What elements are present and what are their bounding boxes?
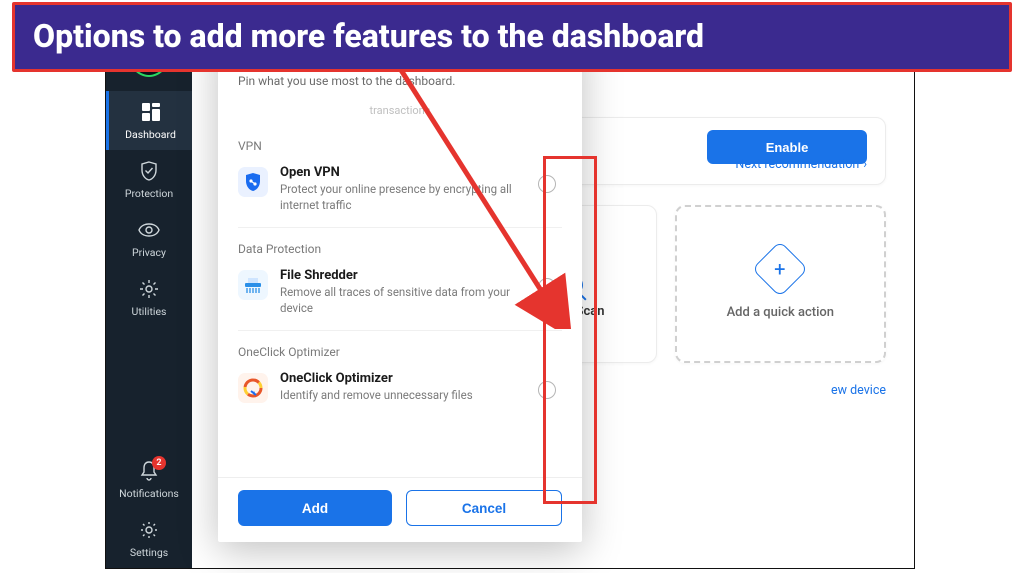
option-name: File Shredder <box>280 268 526 283</box>
sidebar-item-label: Dashboard <box>125 128 176 141</box>
sidebar-item-label: Notifications <box>119 487 179 500</box>
sidebar-item-label: Utilities <box>132 305 167 318</box>
sidebar-item-utilities[interactable]: Utilities <box>106 268 192 327</box>
modal-body: transactions VPN Open VPN Protect your o… <box>218 94 582 477</box>
bell-icon: 2 <box>138 460 160 482</box>
sidebar-item-protection[interactable]: Protection <box>106 150 192 209</box>
option-row-oneclick-optimizer: OneClick Optimizer Identify and remove u… <box>238 365 562 418</box>
option-name: OneClick Optimizer <box>280 371 526 386</box>
tile-add-quick-action[interactable]: + Add a quick action <box>675 205 886 363</box>
option-desc: Identify and remove unnecessary files <box>280 388 526 404</box>
eye-icon <box>138 219 160 241</box>
notification-badge: 2 <box>152 456 166 470</box>
section-label-data-protection: Data Protection <box>238 242 562 256</box>
sidebar-item-privacy[interactable]: Privacy <box>106 209 192 268</box>
next-recommendation-link[interactable]: Next recommendation › <box>735 157 867 172</box>
sidebar-item-label: Privacy <box>132 246 166 259</box>
cancel-button[interactable]: Cancel <box>406 490 562 526</box>
option-name: Open VPN <box>280 165 526 180</box>
option-row-file-shredder: File Shredder Remove all traces of sensi… <box>238 262 562 331</box>
option-row-open-vpn: Open VPN Protect your online presence by… <box>238 159 562 228</box>
sidebar-item-settings[interactable]: Settings <box>106 509 192 568</box>
sidebar-item-dashboard[interactable]: Dashboard <box>106 91 192 150</box>
dashboard-icon <box>140 101 162 123</box>
plus-diamond-icon: + <box>752 240 809 297</box>
option-radio-open-vpn[interactable] <box>538 175 556 193</box>
sidebar: Dashboard Protection Privacy Utilities <box>106 27 192 568</box>
gear-icon <box>138 278 160 300</box>
annotation-banner: Options to add more features to the dash… <box>12 2 1012 72</box>
next-recommendation-label: Next recommendation <box>735 157 859 172</box>
option-desc: Protect your online presence by encrypti… <box>280 182 526 213</box>
tile-label: Add a quick action <box>727 305 835 320</box>
vpn-shield-icon <box>238 167 268 197</box>
option-radio-file-shredder[interactable] <box>538 278 556 296</box>
section-label-oneclick: OneClick Optimizer <box>238 345 562 359</box>
scrolled-text-fragment: transactions <box>238 100 562 125</box>
settings-icon <box>138 519 160 541</box>
shredder-icon <box>238 270 268 300</box>
option-desc: Remove all traces of sensitive data from… <box>280 285 526 316</box>
option-radio-oneclick-optimizer[interactable] <box>538 381 556 399</box>
sidebar-item-notifications[interactable]: 2 Notifications <box>106 450 192 509</box>
chevron-right-icon: › <box>863 157 867 172</box>
modal-footer: Add Cancel <box>218 477 582 542</box>
optimizer-icon <box>238 373 268 403</box>
section-label-vpn: VPN <box>238 139 562 153</box>
sidebar-item-label: Protection <box>125 187 173 200</box>
add-button[interactable]: Add <box>238 490 392 526</box>
new-device-link[interactable]: ew device <box>831 383 886 398</box>
modal-subtitle: Pin what you use most to the dashboard. <box>238 74 562 88</box>
quick-actions-modal: Quick actions Pin what you use most to t… <box>218 32 582 542</box>
shield-icon <box>138 160 160 182</box>
sidebar-item-label: Settings <box>130 546 168 559</box>
